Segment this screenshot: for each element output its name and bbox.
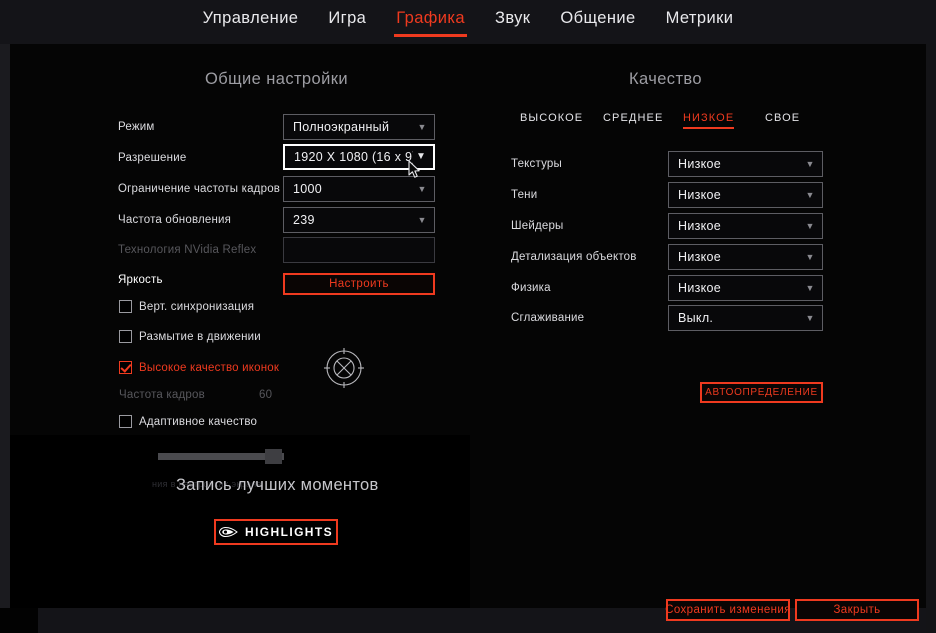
tab-label: Общение (560, 9, 636, 27)
dropdown-antialiasing[interactable]: Выкл. ▼ (668, 305, 823, 331)
label-mode: Режим (118, 121, 155, 133)
tab-label: Игра (328, 9, 367, 27)
crosshair-reticle-icon (324, 348, 364, 388)
checkbox-box (119, 361, 132, 374)
nvidia-eye-icon (219, 526, 238, 538)
label-fps-limit: Ограничение частоты кадров (118, 183, 281, 195)
label-frame-rate: Частота кадров (119, 389, 205, 401)
tab-grafika[interactable]: Графика (394, 7, 467, 37)
dropdown-shadows[interactable]: Низкое ▼ (668, 182, 823, 208)
slider-handle[interactable] (265, 449, 282, 464)
background-right-strip (926, 0, 936, 633)
chevron-down-icon: ▼ (805, 189, 815, 200)
checkbox-vsync[interactable]: Верт. синхронизация (119, 300, 254, 313)
settings-screen: Управление Игра Графика Звук Общение Мет… (0, 0, 936, 633)
preset-tab-low[interactable]: НИЗКОЕ (683, 112, 735, 129)
preset-tab-label: НИЗКОЕ (683, 112, 735, 124)
tab-upravlenie[interactable]: Управление (201, 7, 301, 37)
tab-zvuk[interactable]: Звук (493, 7, 532, 37)
label-nvidia-reflex: Технология NVidia Reflex (118, 244, 257, 256)
chevron-down-icon: ▼ (417, 121, 427, 132)
dropdown-refresh-rate-value: 239 (293, 213, 315, 227)
preset-tab-high[interactable]: ВЫСОКОЕ (520, 112, 583, 129)
dropdown-fps-limit-value: 1000 (293, 182, 323, 196)
checkbox-label: Верт. синхронизация (139, 300, 255, 313)
highlights-title: Запись лучших моментов (176, 476, 379, 494)
label-resolution: Разрешение (118, 152, 187, 164)
chevron-down-icon: ▼ (805, 312, 815, 323)
preset-tab-label: ВЫСОКОЕ (520, 112, 584, 124)
checkbox-label: Размытие в движении (139, 330, 261, 343)
tab-metriki[interactable]: Метрики (664, 7, 736, 37)
label-physics: Физика (511, 282, 551, 294)
tab-label: Управление (202, 9, 299, 27)
preset-tab-custom[interactable]: СВОЕ (765, 112, 800, 129)
background-left-strip (0, 0, 10, 633)
label-shadows: Тени (511, 189, 538, 201)
dropdown-mode[interactable]: Полноэкранный ▼ (283, 114, 435, 140)
dropdown-shadows-value: Низкое (678, 188, 722, 202)
dropdown-shaders[interactable]: Низкое ▼ (668, 213, 823, 239)
checkbox-box (119, 330, 132, 343)
quality-settings-title: Качество (629, 70, 702, 88)
highlights-button-label: HIGHLIGHTS (245, 525, 333, 539)
close-button[interactable]: Закрыть (795, 599, 919, 621)
label-textures: Текстуры (511, 158, 562, 170)
chevron-down-icon: ▼ (805, 282, 815, 293)
nav-tabs: Управление Игра Графика Звук Общение Мет… (0, 0, 936, 44)
dropdown-mode-value: Полноэкранный (293, 120, 390, 134)
chevron-down-icon: ▼ (805, 158, 815, 169)
dropdown-shaders-value: Низкое (678, 219, 722, 233)
dropdown-physics[interactable]: Низкое ▼ (668, 275, 823, 301)
checkbox-adaptive-quality[interactable]: Адаптивное качество (119, 415, 257, 428)
save-changes-button[interactable]: Сохранить изменения (665, 599, 790, 621)
preset-tab-medium[interactable]: СРЕДНЕЕ (603, 112, 663, 129)
label-antialiasing: Сглаживание (511, 312, 585, 324)
dropdown-object-detail-value: Низкое (678, 250, 722, 264)
checkbox-motion-blur[interactable]: Размытие в движении (119, 330, 261, 343)
general-settings-title: Общие настройки (205, 70, 348, 88)
brightness-configure-button[interactable]: Настроить (283, 273, 435, 295)
label-object-detail: Детализация объектов (511, 251, 637, 263)
footer-bar (38, 608, 926, 633)
nvidia-highlights-button[interactable]: HIGHLIGHTS (214, 519, 338, 545)
autodetect-button[interactable]: АВТООПРЕДЕЛЕНИЕ (700, 382, 823, 403)
preset-tab-label: СВОЕ (765, 112, 801, 124)
quality-slider[interactable] (158, 448, 284, 464)
tab-obshchenie[interactable]: Общение (558, 7, 637, 37)
dropdown-physics-value: Низкое (678, 281, 722, 295)
label-brightness: Яркость (118, 274, 163, 286)
tab-igra[interactable]: Игра (326, 7, 368, 37)
checkbox-label: Адаптивное качество (139, 415, 258, 428)
dropdown-nvidia-reflex (283, 237, 435, 263)
dropdown-refresh-rate[interactable]: 239 ▼ (283, 207, 435, 233)
mouse-pointer-icon (408, 160, 420, 178)
label-shaders: Шейдеры (511, 220, 564, 232)
tab-label: Графика (396, 9, 465, 27)
checkbox-high-quality-icons[interactable]: Высокое качество иконок (119, 361, 279, 374)
dropdown-textures[interactable]: Низкое ▼ (668, 151, 823, 177)
chevron-down-icon: ▼ (417, 214, 427, 225)
quality-preset-tabs: ВЫСОКОЕ СРЕДНЕЕ НИЗКОЕ СВОЕ (505, 112, 885, 136)
checkbox-box (119, 415, 132, 428)
footer-left-dark (0, 608, 38, 633)
dropdown-textures-value: Низкое (678, 157, 722, 171)
tab-label: Звук (494, 9, 531, 27)
dropdown-resolution-value: 1920 X 1080 (16 x 9) (294, 150, 413, 164)
tab-label: Метрики (665, 9, 734, 27)
label-refresh-rate: Частота обновления (118, 214, 232, 226)
dropdown-fps-limit[interactable]: 1000 ▼ (283, 176, 435, 202)
checkbox-box (119, 300, 132, 313)
preset-tab-label: СРЕДНЕЕ (603, 112, 664, 124)
checkbox-label: Высокое качество иконок (139, 361, 280, 374)
value-frame-rate: 60 (259, 389, 273, 401)
chevron-down-icon: ▼ (805, 251, 815, 262)
dropdown-antialiasing-value: Выкл. (678, 311, 714, 325)
chevron-down-icon: ▼ (805, 220, 815, 231)
dropdown-object-detail[interactable]: Низкое ▼ (668, 244, 823, 270)
chevron-down-icon: ▼ (417, 183, 427, 194)
